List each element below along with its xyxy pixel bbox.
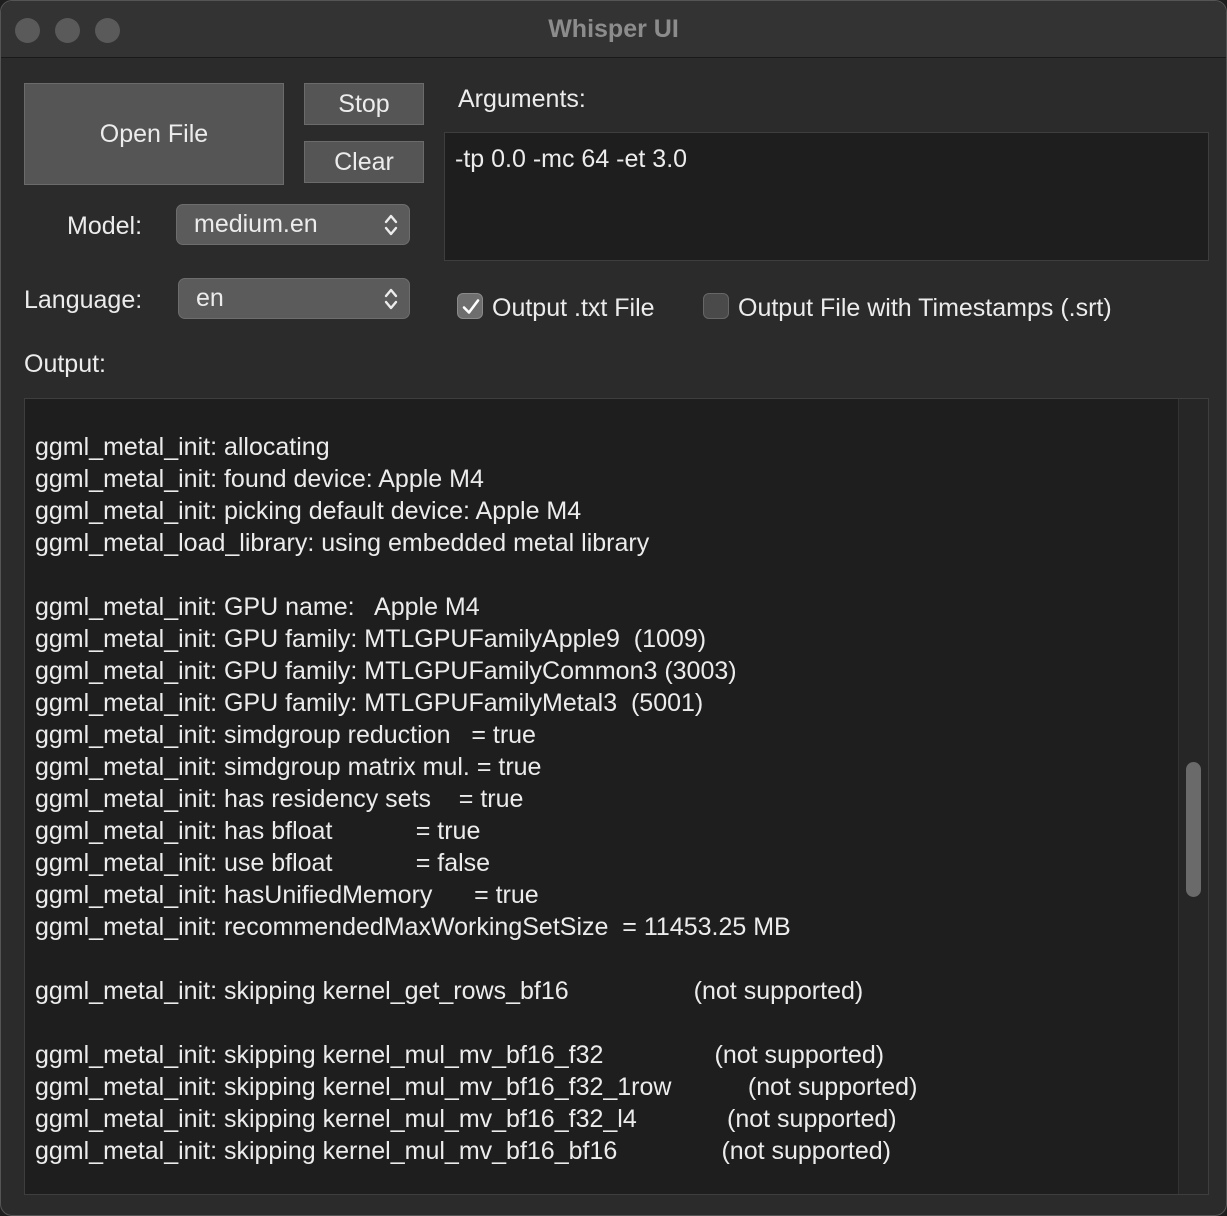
output-line: ggml_metal_init: skipping kernel_get_row…	[35, 977, 864, 1005]
output-line: ggml_metal_init: picking default device:…	[35, 497, 582, 525]
output-line	[35, 1007, 917, 1039]
output-line: ggml_metal_init: hasUnifiedMemory = true	[35, 881, 539, 909]
title-bar[interactable]: Whisper UI	[1, 1, 1226, 58]
output-line	[35, 943, 917, 975]
checkmark-icon	[462, 299, 480, 314]
language-select[interactable]: en	[178, 278, 410, 319]
output-txt-checkbox[interactable]	[457, 293, 483, 319]
output-line: ggml_metal_load_library: using embedded …	[35, 529, 650, 557]
output-line: ggml_metal_init: use bfloat = false	[35, 849, 491, 877]
output-srt-checkbox[interactable]	[703, 293, 729, 319]
output-line: ggml_metal_init: skipping kernel_mul_mv_…	[35, 1073, 918, 1101]
output-line: ggml_metal_init: skipping kernel_mul_mv_…	[35, 1105, 897, 1133]
output-line: ggml_metal_init: GPU family: MTLGPUFamil…	[35, 689, 704, 717]
output-log: ggml_metal_init: allocating ggml_metal_in…	[35, 431, 917, 1167]
up-down-chevron-icon	[384, 288, 398, 309]
up-down-chevron-icon	[384, 214, 398, 235]
output-line: ggml_metal_init: skipping kernel_mul_mv_…	[35, 1137, 892, 1165]
model-label: Model:	[67, 212, 143, 240]
model-value: medium.en	[194, 210, 318, 238]
output-line: ggml_metal_init: GPU family: MTLGPUFamil…	[35, 625, 707, 653]
output-srt-label[interactable]: Output File with Timestamps (.srt)	[738, 294, 1112, 323]
scrollbar-thumb[interactable]	[1186, 762, 1201, 897]
vertical-scrollbar[interactable]	[1178, 399, 1208, 1194]
output-line: ggml_metal_init: found device: Apple M4	[35, 465, 484, 493]
window-title: Whisper UI	[548, 15, 679, 43]
output-line	[35, 559, 917, 591]
stop-button[interactable]: Stop	[304, 83, 424, 125]
output-line: ggml_metal_init: simdgroup matrix mul. =…	[35, 753, 542, 781]
output-line: ggml_metal_init: has residency sets = tr…	[35, 785, 524, 813]
output-line: ggml_metal_init: skipping kernel_mul_mv_…	[35, 1041, 885, 1069]
language-label: Language:	[24, 286, 143, 314]
output-line: ggml_metal_init: GPU name: Apple M4	[35, 593, 480, 621]
arguments-value: -tp 0.0 -mc 64 -et 3.0	[455, 145, 688, 173]
language-value: en	[196, 284, 224, 312]
output-line: ggml_metal_init: allocating	[35, 433, 330, 461]
arguments-input[interactable]: -tp 0.0 -mc 64 -et 3.0	[444, 132, 1209, 261]
open-file-button[interactable]: Open File	[24, 83, 284, 185]
output-label: Output:	[24, 350, 106, 378]
output-line: ggml_metal_init: GPU family: MTLGPUFamil…	[35, 657, 737, 685]
output-line: ggml_metal_init: simdgroup reduction = t…	[35, 721, 536, 749]
clear-button[interactable]: Clear	[304, 141, 424, 183]
output-text-area[interactable]: ggml_metal_init: allocating ggml_metal_in…	[24, 398, 1209, 1195]
arguments-label: Arguments:	[458, 85, 586, 113]
output-txt-label[interactable]: Output .txt File	[492, 294, 655, 323]
app-window: Whisper UI Open File Stop Clear Argument…	[0, 0, 1227, 1216]
output-line: ggml_metal_init: has bfloat = true	[35, 817, 481, 845]
output-line: ggml_metal_init: recommendedMaxWorkingSe…	[35, 913, 791, 941]
model-select[interactable]: medium.en	[176, 204, 410, 245]
